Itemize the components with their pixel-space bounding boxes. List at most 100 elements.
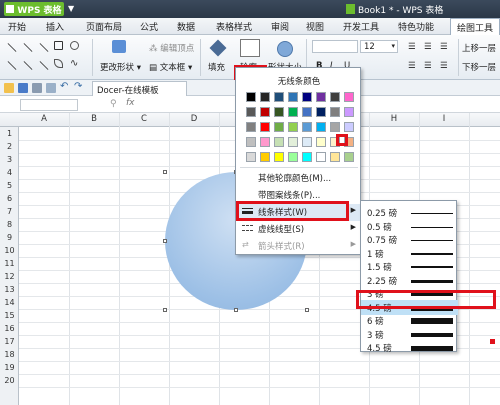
color-swatch[interactable] (302, 122, 312, 132)
column-header[interactable]: C (119, 114, 169, 124)
resize-handle[interactable] (163, 239, 167, 243)
print-preview-icon[interactable] (46, 83, 56, 93)
color-swatch[interactable] (330, 107, 340, 117)
row-header[interactable]: 14 (0, 298, 19, 307)
tab-page-layout[interactable]: 页面布局 (86, 20, 122, 33)
tab-insert[interactable]: 插入 (46, 20, 64, 33)
open-folder-icon[interactable] (4, 83, 14, 93)
tab-developer[interactable]: 开发工具 (343, 20, 379, 33)
change-shape-icon[interactable] (112, 40, 126, 53)
color-swatch[interactable] (344, 122, 354, 132)
app-menu-button[interactable]: WPS 表格 (4, 2, 64, 16)
column-header[interactable]: A (19, 114, 69, 124)
valign-top-icon[interactable]: ☰ (408, 61, 416, 71)
resize-handle[interactable] (163, 170, 167, 174)
row-header[interactable]: 3 (0, 155, 19, 164)
color-swatch[interactable] (344, 92, 354, 102)
tab-formulas[interactable]: 公式 (140, 20, 158, 33)
valign-bottom-icon[interactable]: ☰ (440, 61, 448, 71)
fill-bucket-icon[interactable] (209, 39, 227, 57)
undo-icon[interactable]: ↶ (60, 81, 70, 92)
column-header[interactable]: B (69, 114, 119, 124)
color-swatch[interactable] (302, 152, 312, 162)
color-swatch[interactable] (260, 122, 270, 132)
valign-middle-icon[interactable]: ☰ (424, 61, 432, 71)
color-swatch[interactable] (330, 152, 340, 162)
column-header[interactable]: H (369, 114, 419, 124)
color-swatch[interactable] (274, 122, 284, 132)
row-header[interactable]: 16 (0, 324, 19, 333)
row-header[interactable]: 6 (0, 194, 19, 203)
tab-features[interactable]: 特色功能 (398, 20, 434, 33)
color-swatch[interactable] (260, 92, 270, 102)
color-swatch[interactable] (330, 92, 340, 102)
row-header[interactable]: 9 (0, 233, 19, 242)
font-name-select[interactable] (312, 40, 358, 53)
tab-table-style[interactable]: 表格样式 (216, 20, 252, 33)
row-header[interactable]: 7 (0, 207, 19, 216)
freeform-shape-icon[interactable] (54, 59, 63, 68)
no-line-color-option[interactable]: 无线条颜色 (236, 75, 362, 87)
dash-type-item[interactable]: 虚线线型(S) ▶ (236, 221, 362, 238)
color-swatch[interactable] (274, 107, 284, 117)
align-center-icon[interactable]: ☰ (424, 42, 432, 52)
column-header[interactable]: D (169, 114, 219, 124)
row-header[interactable]: 17 (0, 337, 19, 346)
connector-double-arrow-icon[interactable] (39, 60, 49, 71)
tab-view[interactable]: 视图 (306, 20, 324, 33)
row-header[interactable]: 2 (0, 142, 19, 151)
app-dropdown-icon[interactable]: ▼ (68, 4, 78, 14)
connector-arrow-icon[interactable] (23, 60, 33, 71)
color-swatch[interactable] (260, 137, 270, 147)
save-icon[interactable] (18, 83, 28, 93)
color-swatch[interactable] (288, 107, 298, 117)
color-swatch[interactable] (274, 137, 284, 147)
row-header[interactable]: 12 (0, 272, 19, 281)
arrow-style-item[interactable]: ⇄ 箭头样式(R) ▶ (236, 238, 362, 255)
row-header[interactable]: 10 (0, 246, 19, 255)
row-header[interactable]: 8 (0, 220, 19, 229)
row-header[interactable]: 18 (0, 350, 19, 359)
outline-pen-icon[interactable] (240, 39, 260, 57)
color-swatch[interactable] (316, 137, 326, 147)
align-left-icon[interactable]: ☰ (408, 42, 416, 52)
docer-template-tab[interactable]: Docer-在线模板 (92, 81, 187, 96)
color-swatch[interactable] (246, 137, 256, 147)
curve-shape-icon[interactable] (70, 41, 79, 50)
color-swatch[interactable] (274, 152, 284, 162)
row-header[interactable]: 19 (0, 363, 19, 372)
row-header[interactable]: 4 (0, 168, 19, 177)
color-swatch[interactable] (246, 92, 256, 102)
color-swatch[interactable] (288, 92, 298, 102)
row-header[interactable]: 5 (0, 181, 19, 190)
color-swatch[interactable] (344, 152, 354, 162)
row-header[interactable]: 13 (0, 285, 19, 294)
tab-review[interactable]: 审阅 (271, 20, 289, 33)
change-shape-button[interactable]: 更改形状 ▾ (100, 61, 141, 73)
color-swatch[interactable] (302, 107, 312, 117)
redo-icon[interactable]: ↷ (74, 81, 84, 92)
align-right-icon[interactable]: ☰ (440, 42, 448, 52)
color-swatch[interactable] (344, 107, 354, 117)
arrow-shape-icon[interactable] (23, 42, 33, 53)
color-swatch[interactable] (316, 152, 326, 162)
row-header[interactable]: 15 (0, 311, 19, 320)
line-shape-icon[interactable] (7, 42, 17, 53)
row-header[interactable]: 11 (0, 259, 19, 268)
color-swatch[interactable] (246, 107, 256, 117)
resize-handle[interactable] (234, 308, 238, 312)
resize-handle[interactable] (305, 308, 309, 312)
fx-icon[interactable]: fx (126, 98, 135, 108)
tab-drawing-tools[interactable]: 绘图工具 (450, 18, 500, 35)
print-icon[interactable] (32, 83, 42, 93)
tab-home[interactable]: 开始 (8, 20, 26, 33)
color-swatch[interactable] (330, 122, 340, 132)
color-swatch[interactable] (302, 92, 312, 102)
elbow-connector-icon[interactable] (54, 41, 63, 50)
zoom-icon[interactable]: ⚲ (110, 99, 117, 109)
scribble-shape-icon[interactable]: ∿ (70, 59, 79, 69)
color-swatch[interactable] (246, 152, 256, 162)
name-box[interactable] (20, 99, 78, 111)
bring-forward-button[interactable]: 上移一层 (462, 42, 496, 54)
fill-button[interactable]: 填充 (208, 61, 225, 73)
